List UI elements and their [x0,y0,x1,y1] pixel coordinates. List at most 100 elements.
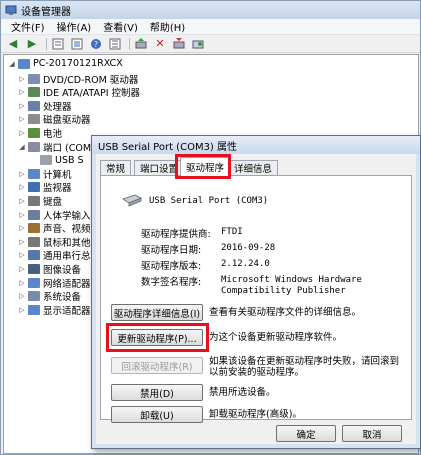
tree-item[interactable]: ▷ 电池 [18,126,63,140]
tree-item-label: 系统设备 [43,292,82,304]
version-value: 2.12.24.0 [221,259,270,269]
usb-icon [28,250,40,261]
driver-details-button[interactable]: 驱动程序详细信息(I) [111,304,203,321]
computer-icon [28,168,40,179]
update-driver-button[interactable]: 更新驱动程序(P)... [111,329,203,346]
tree-item-label: DVD/CD-ROM 驱动器 [43,74,139,86]
tree-item[interactable]: ▷ 鼠标和其他 [18,235,91,249]
expand-arrow-icon[interactable]: ▷ [18,102,26,110]
monitor-icon [28,182,40,193]
tab-port-settings[interactable]: 端口设置 [134,160,185,175]
expand-arrow-icon[interactable]: ▷ [18,224,26,232]
tree-item[interactable]: ▷ 图像设备 [18,262,82,276]
system-icon [28,291,40,302]
tree-item-label: 通用串行总 [43,251,91,263]
collapse-arrow-icon[interactable]: ◢ [8,60,16,68]
tree-item[interactable]: ▷ 处理器 [18,99,72,113]
expand-arrow-icon[interactable]: ▷ [18,292,26,300]
rollback-driver-button[interactable]: 回滚驱动程序(R) [111,357,203,374]
expand-arrow-icon[interactable]: ▷ [18,183,26,191]
tree-item-label: 网络适配器 [43,278,91,290]
expand-arrow-icon[interactable]: ▷ [18,279,26,287]
properties-icon[interactable] [50,37,66,51]
tree-item[interactable]: ▷ 系统设备 [18,290,81,303]
expand-arrow-icon[interactable]: ▷ [18,265,26,273]
expand-arrow-icon[interactable]: ▷ [18,115,26,123]
back-arrow-icon[interactable]: ◀ [5,37,21,51]
signer-label: 数字签名程序: [141,277,202,288]
provider-value: FTDI [221,227,243,237]
tree-item[interactable]: ▷ 通用串行总 [18,249,91,262]
tab-driver[interactable]: 驱动程序 [180,157,231,176]
tab-details[interactable]: 详细信息 [228,160,279,175]
disable-desc: 禁用所选设备。 [209,387,276,398]
menu-action[interactable]: 操作(A) [51,19,98,34]
expand-arrow-icon[interactable]: ▷ [18,238,26,246]
expand-arrow-icon[interactable]: ▷ [18,129,26,137]
tree-root-label: PC-20170121RXCX [33,58,123,69]
expand-arrow-icon[interactable]: ▷ [18,88,26,96]
tab-general[interactable]: 常规 [100,160,132,175]
tree-item[interactable]: ▷ 显示适配器 [18,303,91,317]
tree-item[interactable]: ▷ 磁盘驱动器 [18,113,91,126]
tree-item-label: USB S [55,154,84,166]
sound-icon [28,223,40,234]
update-driver-icon[interactable] [133,37,149,51]
window-title: 设备管理器 [21,6,71,18]
tree-item-label: 声音、视频 [43,224,91,236]
expand-arrow-icon[interactable]: ▷ [18,170,26,178]
title-bar: 设备管理器 [1,1,420,19]
svg-text:?: ? [94,40,98,49]
forward-arrow-icon[interactable]: ▶ [24,37,40,51]
cancel-button[interactable]: 取消 [342,425,402,442]
date-value: 2016-09-28 [221,243,276,253]
expand-arrow-icon[interactable]: ▷ [18,75,26,83]
collapse-arrow-icon[interactable]: ◢ [18,143,26,151]
hid-icon [28,209,40,220]
tree-item-label: 电池 [43,128,63,140]
disable-icon[interactable]: ✕ [152,37,168,51]
tree-item-label: 计算机 [43,169,72,181]
menu-view[interactable]: 查看(V) [97,19,144,34]
signer-value: Microsoft Windows Hardware [221,275,362,285]
expand-arrow-icon[interactable]: ▷ [18,251,26,259]
tree-item-label: 图像设备 [43,264,82,276]
menu-help[interactable]: 帮助(H) [144,19,191,34]
disable-button[interactable]: 禁用(D) [111,384,203,401]
tree-item[interactable]: ▷ DVD/CD-ROM 驱动器 [18,72,139,86]
scan-icon[interactable] [69,37,85,51]
expand-arrow-icon[interactable]: ▷ [18,211,26,219]
uninstall-desc: 卸载驱动程序(高级)。 [209,409,302,420]
help-icon[interactable]: ? [88,37,104,51]
tree-item[interactable]: USB S [30,154,84,167]
tree-item[interactable]: ▷ 键盘 [18,194,62,208]
tree-item-label: 显示适配器 [43,305,91,317]
toolbar-separator [46,37,47,50]
mouse-icon [28,236,40,247]
device-name: USB Serial Port (COM3) [149,196,269,206]
tree-root[interactable]: ◢ PC-20170121RXCX [8,57,123,70]
tree-item-label: 人体学输入 [43,210,91,222]
uninstall-button[interactable]: 卸载(U) [111,406,203,423]
tree-item[interactable]: ▷ 声音、视频 [18,222,91,235]
device-manager-icon [5,5,17,15]
camera-icon [28,263,40,274]
ok-button[interactable]: 确定 [276,425,336,442]
tree-item[interactable]: ▷ 人体学输入 [18,208,91,222]
tree-item[interactable]: ▷ 计算机 [18,167,72,181]
dialog-title-bar: USB Serial Port (COM3) 属性 [92,136,420,154]
tree-item[interactable]: ▷ IDE ATA/ATAPI 控制器 [18,86,140,99]
details-icon[interactable] [107,37,123,51]
tree-item-label: IDE ATA/ATAPI 控制器 [43,88,141,100]
version-label: 驱动程序版本: [141,261,202,272]
expand-arrow-icon[interactable]: ▷ [18,306,26,314]
uninstall-icon[interactable] [171,37,187,51]
expand-arrow-icon[interactable]: ▷ [18,197,26,205]
update-driver-desc: 为这个设备更新驱动程序软件。 [209,332,343,343]
keyboard-icon [28,195,40,206]
disk-icon [28,114,40,125]
tree-item[interactable]: ▷ 网络适配器 [18,276,91,290]
tree-item[interactable]: ▷ 监视器 [18,181,72,194]
scan-hardware-icon[interactable] [190,37,206,51]
menu-file[interactable]: 文件(F) [5,19,51,34]
